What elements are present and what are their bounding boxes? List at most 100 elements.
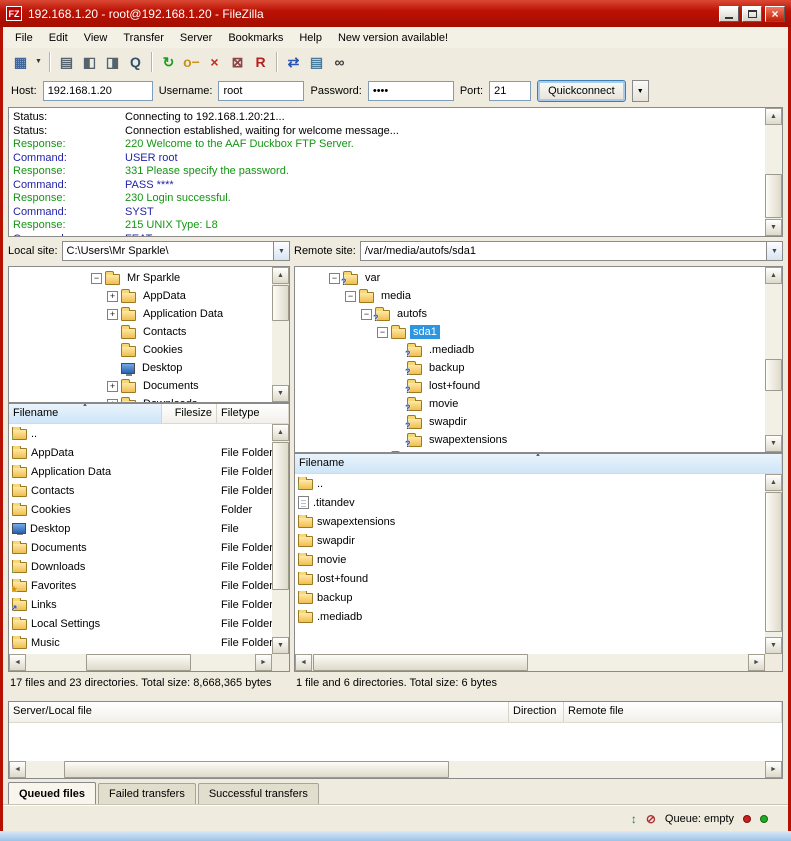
remote-site-combobox[interactable]: /var/media/autofs/sda1 ▼ — [360, 241, 783, 261]
title-bar[interactable]: FZ 192.168.1.20 - root@192.168.1.20 - Fi… — [0, 0, 791, 27]
tab-successful-transfers[interactable]: Successful transfers — [198, 783, 319, 805]
file-row-backup[interactable]: backup — [295, 588, 765, 607]
file-row-movie[interactable]: movie — [295, 550, 765, 569]
scroll-left-button[interactable]: ◄ — [9, 654, 26, 671]
port-input[interactable] — [489, 81, 531, 101]
scroll-down-button[interactable]: ▼ — [272, 637, 289, 654]
scrollbar-thumb[interactable] — [313, 654, 528, 671]
file-row-links[interactable]: ↗LinksFile Folder — [9, 595, 272, 614]
scrollbar-thumb[interactable] — [64, 761, 449, 778]
menu-server[interactable]: Server — [172, 29, 220, 47]
tree-item-contacts[interactable]: Contacts — [11, 323, 271, 341]
file-row-mediadb[interactable]: .mediadb — [295, 607, 765, 626]
message-log-scrollbar[interactable]: ▲ ▼ — [765, 108, 782, 236]
column-header-direction[interactable]: Direction — [509, 702, 564, 722]
tree-item-dvd[interactable]: ?dvd — [297, 449, 764, 452]
expand-icon[interactable]: + — [107, 309, 118, 320]
scroll-up-button[interactable]: ▲ — [765, 108, 782, 125]
encryption-disabled-icon[interactable]: ⊘ — [646, 812, 656, 826]
refresh-button[interactable]: ↻ — [157, 51, 180, 73]
tree-item-appdata[interactable]: +AppData — [11, 287, 271, 305]
scroll-up-button[interactable]: ▲ — [272, 267, 289, 284]
file-row-appdata[interactable]: AppDataFile Folder — [9, 443, 272, 462]
find-files-button[interactable]: ∞ — [328, 51, 351, 73]
menu-new-version-available[interactable]: New version available! — [330, 29, 456, 47]
tree-item-desktop[interactable]: Desktop — [11, 359, 271, 377]
file-row-documents[interactable]: DocumentsFile Folder — [9, 538, 272, 557]
tree-item-downloads[interactable]: +Downloads — [11, 395, 271, 402]
file-row-favorites[interactable]: ★FavoritesFile Folder — [9, 576, 272, 595]
column-header-filename[interactable]: Filename▲ — [9, 404, 162, 423]
column-header-filename[interactable]: Filename▲ — [295, 454, 782, 473]
username-input[interactable] — [218, 81, 304, 101]
maximize-button[interactable] — [742, 6, 762, 22]
menu-file[interactable]: File — [7, 29, 41, 47]
file-row-cookies[interactable]: CookiesFolder — [9, 500, 272, 519]
remote-list-vscrollbar[interactable]: ▲ ▼ — [765, 474, 782, 654]
expand-icon[interactable]: + — [107, 291, 118, 302]
scroll-left-button[interactable]: ◄ — [295, 654, 312, 671]
scrollbar-thumb[interactable] — [765, 359, 782, 391]
reconnect-button[interactable]: R — [249, 51, 272, 73]
file-row-desktop[interactable]: DesktopFile — [9, 519, 272, 538]
scroll-right-button[interactable]: ► — [765, 761, 782, 778]
quickconnect-dropdown-button[interactable]: ▼ — [632, 80, 649, 102]
tree-item-media[interactable]: −media — [297, 287, 764, 305]
scroll-down-button[interactable]: ▼ — [765, 219, 782, 236]
scroll-down-button[interactable]: ▼ — [765, 435, 782, 452]
tab-queued-files[interactable]: Queued files — [8, 782, 96, 805]
toggle-queue-processing-button[interactable]: o− — [180, 51, 203, 73]
scroll-up-button[interactable]: ▲ — [272, 424, 289, 441]
tree-item-sda1[interactable]: −sda1 — [297, 323, 764, 341]
tree-item-movie[interactable]: ?movie — [297, 395, 764, 413]
file-row-swapdir[interactable]: swapdir — [295, 531, 765, 550]
scroll-right-button[interactable]: ► — [748, 654, 765, 671]
file-row-application-data[interactable]: Application DataFile Folder — [9, 462, 272, 481]
file-row-item[interactable]: ↑.. — [295, 474, 765, 493]
file-row-titandev[interactable]: .titandev — [295, 493, 765, 512]
password-input[interactable] — [368, 81, 454, 101]
directory-comparison-button[interactable]: ⇄ — [282, 51, 305, 73]
tree-item-application-data[interactable]: +Application Data — [11, 305, 271, 323]
toggle-message-log-button[interactable]: ▤ — [55, 51, 78, 73]
scroll-down-button[interactable]: ▼ — [272, 385, 289, 402]
scrollbar-thumb[interactable] — [765, 174, 782, 218]
site-manager-dropdown-button[interactable]: ▼ — [32, 51, 45, 73]
scroll-up-button[interactable]: ▲ — [765, 474, 782, 491]
menu-view[interactable]: View — [76, 29, 116, 47]
toggle-remote-tree-button[interactable]: ◨ — [101, 51, 124, 73]
tree-item-var[interactable]: −?var — [297, 269, 764, 287]
speed-limits-icon[interactable]: ↕ — [631, 812, 637, 826]
local-site-combobox[interactable]: C:\Users\Mr Sparkle\ ▼ — [62, 241, 290, 261]
scrollbar-thumb[interactable] — [272, 285, 289, 321]
disconnect-button[interactable]: ⊠ — [226, 51, 249, 73]
cancel-button[interactable]: × — [203, 51, 226, 73]
collapse-icon[interactable]: − — [91, 273, 102, 284]
quickconnect-button[interactable]: Quickconnect — [537, 80, 626, 102]
scroll-left-button[interactable]: ◄ — [9, 761, 26, 778]
tree-item-cookies[interactable]: Cookies — [11, 341, 271, 359]
scrollbar-thumb[interactable] — [86, 654, 191, 671]
remote-list-hscrollbar[interactable]: ◄ ► — [295, 654, 765, 671]
menu-help[interactable]: Help — [291, 29, 330, 47]
column-header-server-local-file[interactable]: Server/Local file — [9, 702, 509, 722]
scroll-down-button[interactable]: ▼ — [765, 637, 782, 654]
file-row-item[interactable]: ↑.. — [9, 424, 272, 443]
remote-tree-scrollbar[interactable]: ▲ ▼ — [765, 267, 782, 452]
expand-icon[interactable]: + — [107, 381, 118, 392]
host-input[interactable] — [43, 81, 153, 101]
expand-icon[interactable]: + — [107, 399, 118, 403]
close-button[interactable]: × — [765, 6, 785, 22]
tree-item-swapextensions[interactable]: ?swapextensions — [297, 431, 764, 449]
tree-item-swapdir[interactable]: ?swapdir — [297, 413, 764, 431]
queue-hscrollbar[interactable]: ◄ ► — [9, 761, 782, 778]
scrollbar-thumb[interactable] — [765, 492, 782, 632]
site-manager-button[interactable]: ▦ — [9, 51, 32, 73]
collapse-icon[interactable]: − — [345, 291, 356, 302]
file-row-lost-found[interactable]: lost+found — [295, 569, 765, 588]
toggle-queue-button[interactable]: Q — [124, 51, 147, 73]
local-list-hscrollbar[interactable]: ◄ ► — [9, 654, 272, 671]
menu-bookmarks[interactable]: Bookmarks — [220, 29, 291, 47]
tree-item-mediadb[interactable]: ?.mediadb — [297, 341, 764, 359]
toggle-local-tree-button[interactable]: ◧ — [78, 51, 101, 73]
